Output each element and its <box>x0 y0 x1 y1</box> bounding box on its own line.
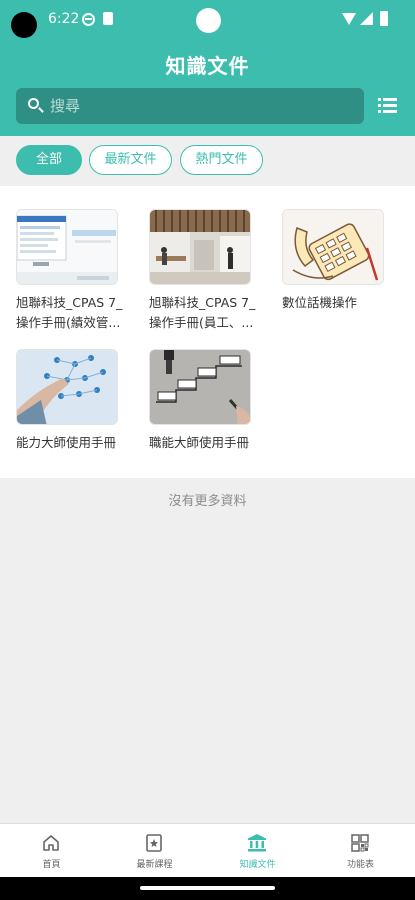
battery-icon <box>380 11 388 26</box>
notification-icon <box>82 13 95 26</box>
bottom-navigation: 首頁 最新課程 知識文件 功能表 <box>0 823 415 877</box>
document-title: 旭聯科技_CPAS 7_操作手冊(績效管... <box>16 295 123 330</box>
document-card[interactable]: 旭聯科技_CPAS 7_操作手冊(績效管... <box>16 209 122 333</box>
filter-chip-all[interactable]: 全部 <box>16 145 82 175</box>
nav-item-courses[interactable]: 最新課程 <box>103 824 206 878</box>
filter-chip-latest[interactable]: 最新文件 <box>89 145 172 175</box>
sim-icon <box>103 12 113 25</box>
status-time: 6:22 <box>48 11 80 27</box>
nav-item-home[interactable]: 首頁 <box>0 824 103 878</box>
document-thumbnail <box>282 209 384 285</box>
front-camera <box>11 12 37 38</box>
document-title: 數位話機操作 <box>282 295 358 310</box>
list-view-icon[interactable] <box>378 98 397 114</box>
document-card[interactable]: 能力大師使用手冊 <box>16 349 118 453</box>
search-input[interactable] <box>50 88 350 124</box>
nav-item-menu[interactable]: 功能表 <box>309 824 412 878</box>
document-thumbnail <box>149 209 251 285</box>
nav-label: 知識文件 <box>239 860 276 870</box>
app-header: 6:22 知識文件 <box>0 0 415 136</box>
camera-cutout <box>196 8 221 33</box>
filter-bar: 全部 最新文件 熱門文件 <box>0 136 415 186</box>
search-box[interactable] <box>16 88 364 124</box>
course-icon <box>146 834 162 852</box>
nav-label: 功能表 <box>346 860 374 870</box>
home-icon <box>43 835 59 851</box>
wifi-icon <box>342 13 356 25</box>
status-bar: 6:22 <box>0 0 415 40</box>
nav-label: 最新課程 <box>136 860 173 870</box>
document-grid: 旭聯科技_CPAS 7_操作手冊(績效管... 旭聯科技_CPAS 7_操作手冊… <box>0 186 415 478</box>
nav-item-knowledge[interactable]: 知識文件 <box>206 824 309 878</box>
document-thumbnail <box>16 349 118 425</box>
document-title: 旭聯科技_CPAS 7_操作手冊(員工、... <box>149 295 256 330</box>
document-thumbnail <box>149 349 251 425</box>
document-card[interactable]: 職能大師使用手冊 <box>149 349 251 453</box>
search-icon <box>28 98 39 109</box>
page-title: 知識文件 <box>165 54 250 78</box>
home-indicator[interactable] <box>140 886 275 890</box>
list-end-message: 沒有更多資料 <box>168 494 247 509</box>
system-gesture-bar <box>0 877 415 900</box>
document-card[interactable]: 旭聯科技_CPAS 7_操作手冊(員工、... <box>149 209 255 333</box>
signal-icon <box>360 12 373 25</box>
nav-label: 首頁 <box>42 860 61 870</box>
document-thumbnail <box>16 209 118 285</box>
document-title: 能力大師使用手冊 <box>16 435 117 450</box>
library-icon <box>248 834 266 852</box>
filter-chip-popular[interactable]: 熱門文件 <box>180 145 263 175</box>
document-card[interactable]: 數位話機操作 <box>282 209 384 313</box>
grid-menu-icon <box>351 834 369 852</box>
document-title: 職能大師使用手冊 <box>149 435 250 450</box>
